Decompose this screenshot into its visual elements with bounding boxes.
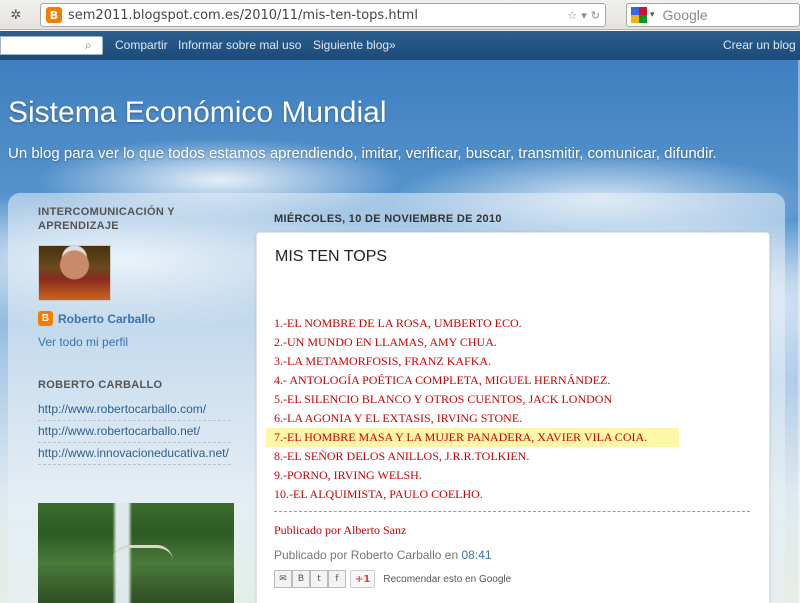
list-item: 5.-EL SILENCIO BLANCO Y OTROS CUENTOS, J… <box>274 392 613 406</box>
search-icon[interactable]: ⌕ <box>85 38 99 52</box>
tops-list: 1.-EL NOMBRE DE LA ROSA, UMBERTO ECO. 2.… <box>266 314 754 504</box>
list-item: 3.-LA METAMORFOSIS, FRANZ KAFKA. <box>274 354 492 368</box>
list-item: 2.-UN MUNDO EN LLAMAS, AMY CHUA. <box>274 335 497 349</box>
blog-description: Un blog para ver lo que todos estamos ap… <box>8 145 717 162</box>
create-blog-link[interactable]: Crear un blog <box>723 38 796 52</box>
google-icon[interactable] <box>631 7 647 23</box>
profile-name-link[interactable]: Roberto Carballo <box>58 312 155 326</box>
published-by-alberto: Publicado por Alberto Sanz <box>274 523 407 537</box>
blogger-navbar: ⌕ Compartir Informar sobre mal uso Sigui… <box>0 31 800 60</box>
url-text: sem2011.blogspot.com.es/2010/11/mis-ten-… <box>68 7 418 23</box>
avatar[interactable] <box>38 245 111 301</box>
search-bar[interactable]: ▾ Google <box>626 3 800 27</box>
share-link[interactable]: Compartir <box>115 38 168 52</box>
bridge-shape <box>113 545 173 561</box>
recommend-text: Recomendar esto en Google <box>383 573 512 585</box>
address-bar[interactable]: B sem2011.blogspot.com.es/2010/11/mis-te… <box>40 3 606 27</box>
sidebar-heading: INTERCOMUNICACIÓN Y APRENDIZAJE <box>38 206 175 232</box>
next-blog-link[interactable]: Siguiente blog» <box>313 38 396 52</box>
blog-title[interactable]: Sistema Económico Mundial <box>8 96 387 130</box>
blogger-favicon: B <box>46 7 62 23</box>
blogthis-icon[interactable]: B <box>292 570 310 588</box>
post-date: MIÉRCOLES, 10 DE NOVIEMBRE DE 2010 <box>274 213 502 225</box>
share-row: ✉ B t f +1 Recomendar esto en Google <box>274 570 511 588</box>
list-item: 6.-LA AGONIA Y EL EXTASIS, IRVING STONE. <box>274 411 523 425</box>
published-by-label: Publicado por Roberto Carballo en <box>274 548 459 562</box>
list-item: 9.-PORNO, IRVING WELSH. <box>274 468 422 482</box>
email-icon[interactable]: ✉ <box>274 570 292 588</box>
browser-toolbar: ✲ B sem2011.blogspot.com.es/2010/11/mis-… <box>0 0 800 30</box>
view-profile-link[interactable]: Ver todo mi perfil <box>38 335 128 349</box>
divider <box>274 511 750 512</box>
blogger-icon: B <box>38 311 53 326</box>
post-time-link[interactable]: 08:41 <box>461 548 491 562</box>
list-item: 10.-EL ALQUIMISTA, PAULO COELHO. <box>274 487 483 501</box>
link-item[interactable]: http://www.innovacioneducativa.net/ <box>38 443 231 465</box>
plus-one-button[interactable]: +1 <box>350 570 376 588</box>
report-abuse-link[interactable]: Informar sobre mal uso <box>178 38 301 52</box>
list-item: 4.- ANTOLOGÍA POÉTICA COMPLETA, MIGUEL H… <box>274 373 611 387</box>
post-title: MIS TEN TOPS <box>275 248 388 265</box>
post-footer: Publicado por Roberto Carballo en 08:41 <box>274 548 492 562</box>
list-item: 8.-EL SEÑOR DELOS ANILLOS, J.R.R.TOLKIEN… <box>274 449 530 463</box>
sidebar-heading-links: ROBERTO CARBALLO <box>38 379 163 391</box>
sidebar: INTERCOMUNICACIÓN Y APRENDIZAJE B Robert… <box>38 205 238 603</box>
links-list: http://www.robertocarballo.com/ http://w… <box>38 399 231 465</box>
twitter-icon[interactable]: t <box>310 570 328 588</box>
star-icon[interactable]: ☆ <box>567 9 577 22</box>
facebook-icon[interactable]: f <box>328 570 346 588</box>
profile-line: B Roberto Carballo <box>38 311 155 326</box>
navbar-search-input[interactable]: ⌕ <box>0 36 103 55</box>
list-item: 1.-EL NOMBRE DE LA ROSA, UMBERTO ECO. <box>274 316 522 330</box>
link-item[interactable]: http://www.robertocarballo.com/ <box>38 399 231 421</box>
chevron-down-icon[interactable]: ▾ <box>650 10 655 20</box>
link-item[interactable]: http://www.robertocarballo.net/ <box>38 421 231 443</box>
list-item-highlighted: 7.-EL HOMBRE MASA Y LA MUJER PANADERA, X… <box>266 428 679 447</box>
waterfall-image <box>38 503 234 603</box>
reload-icon[interactable]: ↻ <box>591 9 600 22</box>
menu-icon[interactable]: ✲ <box>6 6 26 24</box>
dropdown-icon[interactable]: ▾ <box>581 9 587 22</box>
search-placeholder: Google <box>662 7 708 23</box>
